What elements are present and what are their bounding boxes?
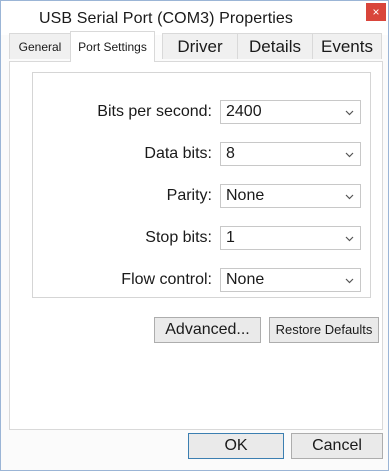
window-title: USB Serial Port (COM3) Properties <box>39 10 294 27</box>
chevron-down-icon <box>345 110 354 116</box>
chevron-down-icon <box>345 236 354 242</box>
data-bits-select[interactable]: 8 <box>220 142 361 166</box>
stop-bits-row: Stop bits: 1 <box>33 226 370 250</box>
tab-events[interactable]: Events <box>312 33 382 59</box>
data-bits-row: Data bits: 8 <box>33 142 370 166</box>
flow-control-value: None <box>226 271 265 288</box>
restore-defaults-button[interactable]: Restore Defaults <box>269 317 379 343</box>
stop-bits-label: Stop bits: <box>145 229 212 246</box>
properties-dialog: USB Serial Port (COM3) Properties × Gene… <box>0 0 389 471</box>
flow-control-label: Flow control: <box>121 271 212 288</box>
tab-details[interactable]: Details <box>237 33 313 59</box>
chevron-down-icon <box>345 278 354 284</box>
title-bar: USB Serial Port (COM3) Properties × <box>1 1 388 35</box>
bits-per-second-select[interactable]: 2400 <box>220 100 361 124</box>
stop-bits-value: 1 <box>226 229 235 246</box>
ok-button[interactable]: OK <box>188 433 284 459</box>
chevron-down-icon <box>345 194 354 200</box>
data-bits-label: Data bits: <box>144 145 212 162</box>
cancel-button[interactable]: Cancel <box>291 433 383 459</box>
tab-general[interactable]: General <box>9 33 71 59</box>
flow-control-select[interactable]: None <box>220 268 361 292</box>
flow-control-row: Flow control: None <box>33 268 370 292</box>
close-button[interactable]: × <box>366 3 386 21</box>
stop-bits-select[interactable]: 1 <box>220 226 361 250</box>
chevron-down-icon <box>345 152 354 158</box>
parity-row: Parity: None <box>33 184 370 208</box>
port-settings-panel: Bits per second: 2400 Data bits: 8 Parit… <box>9 61 383 430</box>
settings-group: Bits per second: 2400 Data bits: 8 Parit… <box>32 72 371 298</box>
bits-per-second-row: Bits per second: 2400 <box>33 100 370 124</box>
parity-value: None <box>226 187 265 204</box>
tab-driver[interactable]: Driver <box>162 33 238 59</box>
close-icon: × <box>372 5 380 19</box>
bits-per-second-value: 2400 <box>226 103 262 120</box>
bits-per-second-label: Bits per second: <box>97 103 212 120</box>
data-bits-value: 8 <box>226 145 235 162</box>
tab-strip: General Port Settings Driver Details Eve… <box>9 31 382 62</box>
advanced-button[interactable]: Advanced... <box>154 317 261 343</box>
parity-label: Parity: <box>166 187 212 204</box>
parity-select[interactable]: None <box>220 184 361 208</box>
tab-port-settings[interactable]: Port Settings <box>70 31 155 62</box>
